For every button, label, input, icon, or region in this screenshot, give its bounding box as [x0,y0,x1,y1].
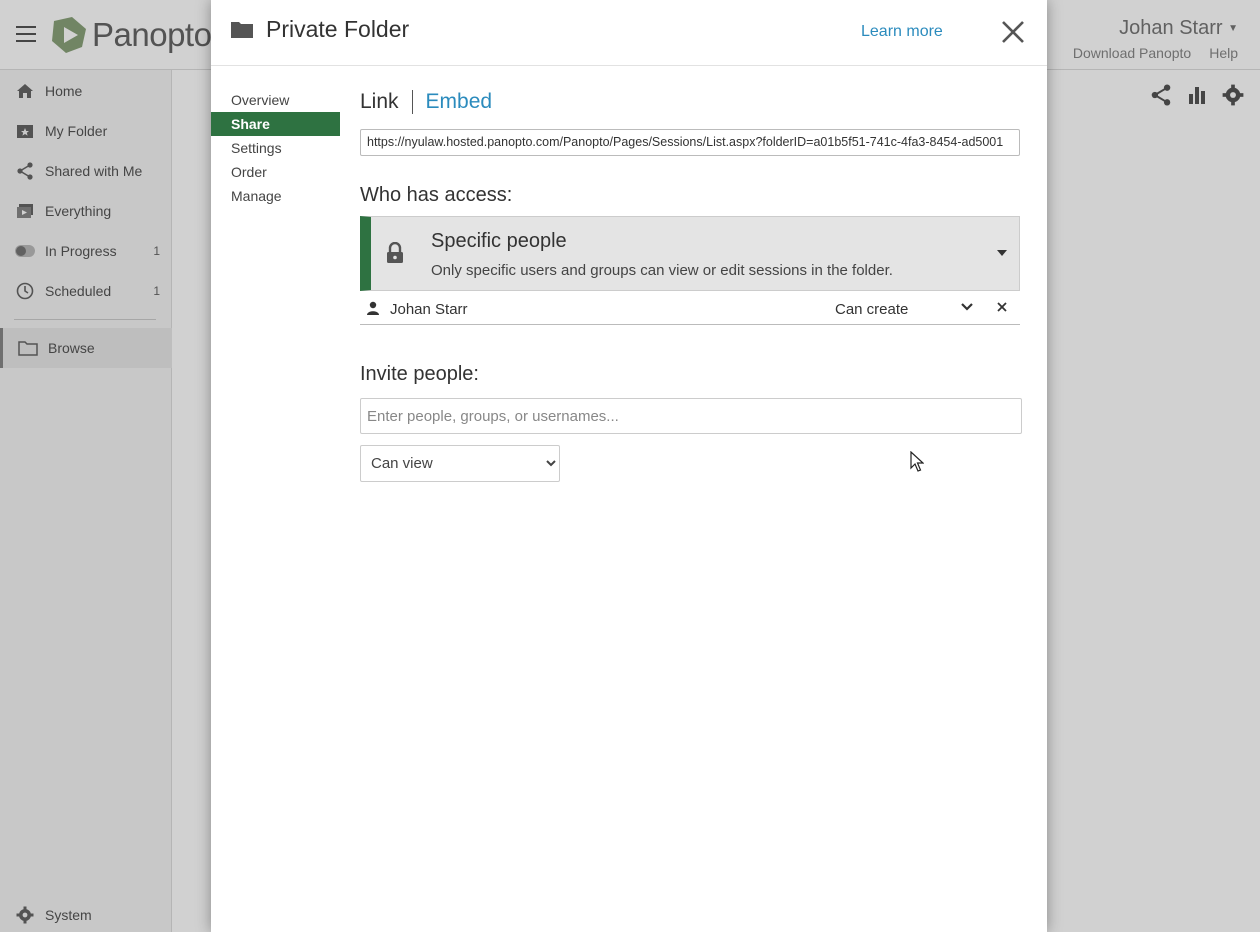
access-person-row: Johan Starr Can create [360,294,1020,325]
modal-nav: Overview Share Settings Order Manage [211,88,340,208]
access-description: Only specific users and groups can view … [431,262,893,279]
tab-divider [411,90,413,114]
mouse-cursor-icon [910,451,924,472]
close-icon[interactable] [1000,19,1026,45]
remove-icon[interactable] [996,301,1008,313]
who-has-access-label: Who has access: [360,184,513,206]
invite-people-input[interactable] [360,398,1022,434]
invite-people-label: Invite people: [360,363,479,385]
chevron-down-icon[interactable] [960,302,974,312]
access-title: Specific people [431,230,567,252]
modal-header: Private Folder Learn more [211,0,1047,66]
folder-icon [231,22,253,38]
person-role[interactable]: Can create [835,301,908,318]
modal-title: Private Folder [266,16,410,42]
share-url-field[interactable]: https://nyulaw.hosted.panopto.com/Panopt… [360,129,1020,156]
tab-link[interactable]: Link [360,90,399,114]
nav-item-share[interactable]: Share [211,112,340,136]
nav-item-manage[interactable]: Manage [211,184,340,208]
learn-more-link[interactable]: Learn more [861,23,943,41]
nav-item-settings[interactable]: Settings [211,136,340,160]
lock-icon [387,242,403,263]
permission-select[interactable]: Can view [360,445,560,482]
share-tabs: Link Embed [360,90,492,114]
user-icon [367,301,379,315]
nav-item-overview[interactable]: Overview [211,88,340,112]
nav-item-order[interactable]: Order [211,160,340,184]
tab-embed[interactable]: Embed [426,90,493,114]
person-name: Johan Starr [390,301,468,318]
caret-down-icon [997,250,1007,256]
access-level-dropdown[interactable]: Specific people Only specific users and … [360,216,1020,291]
